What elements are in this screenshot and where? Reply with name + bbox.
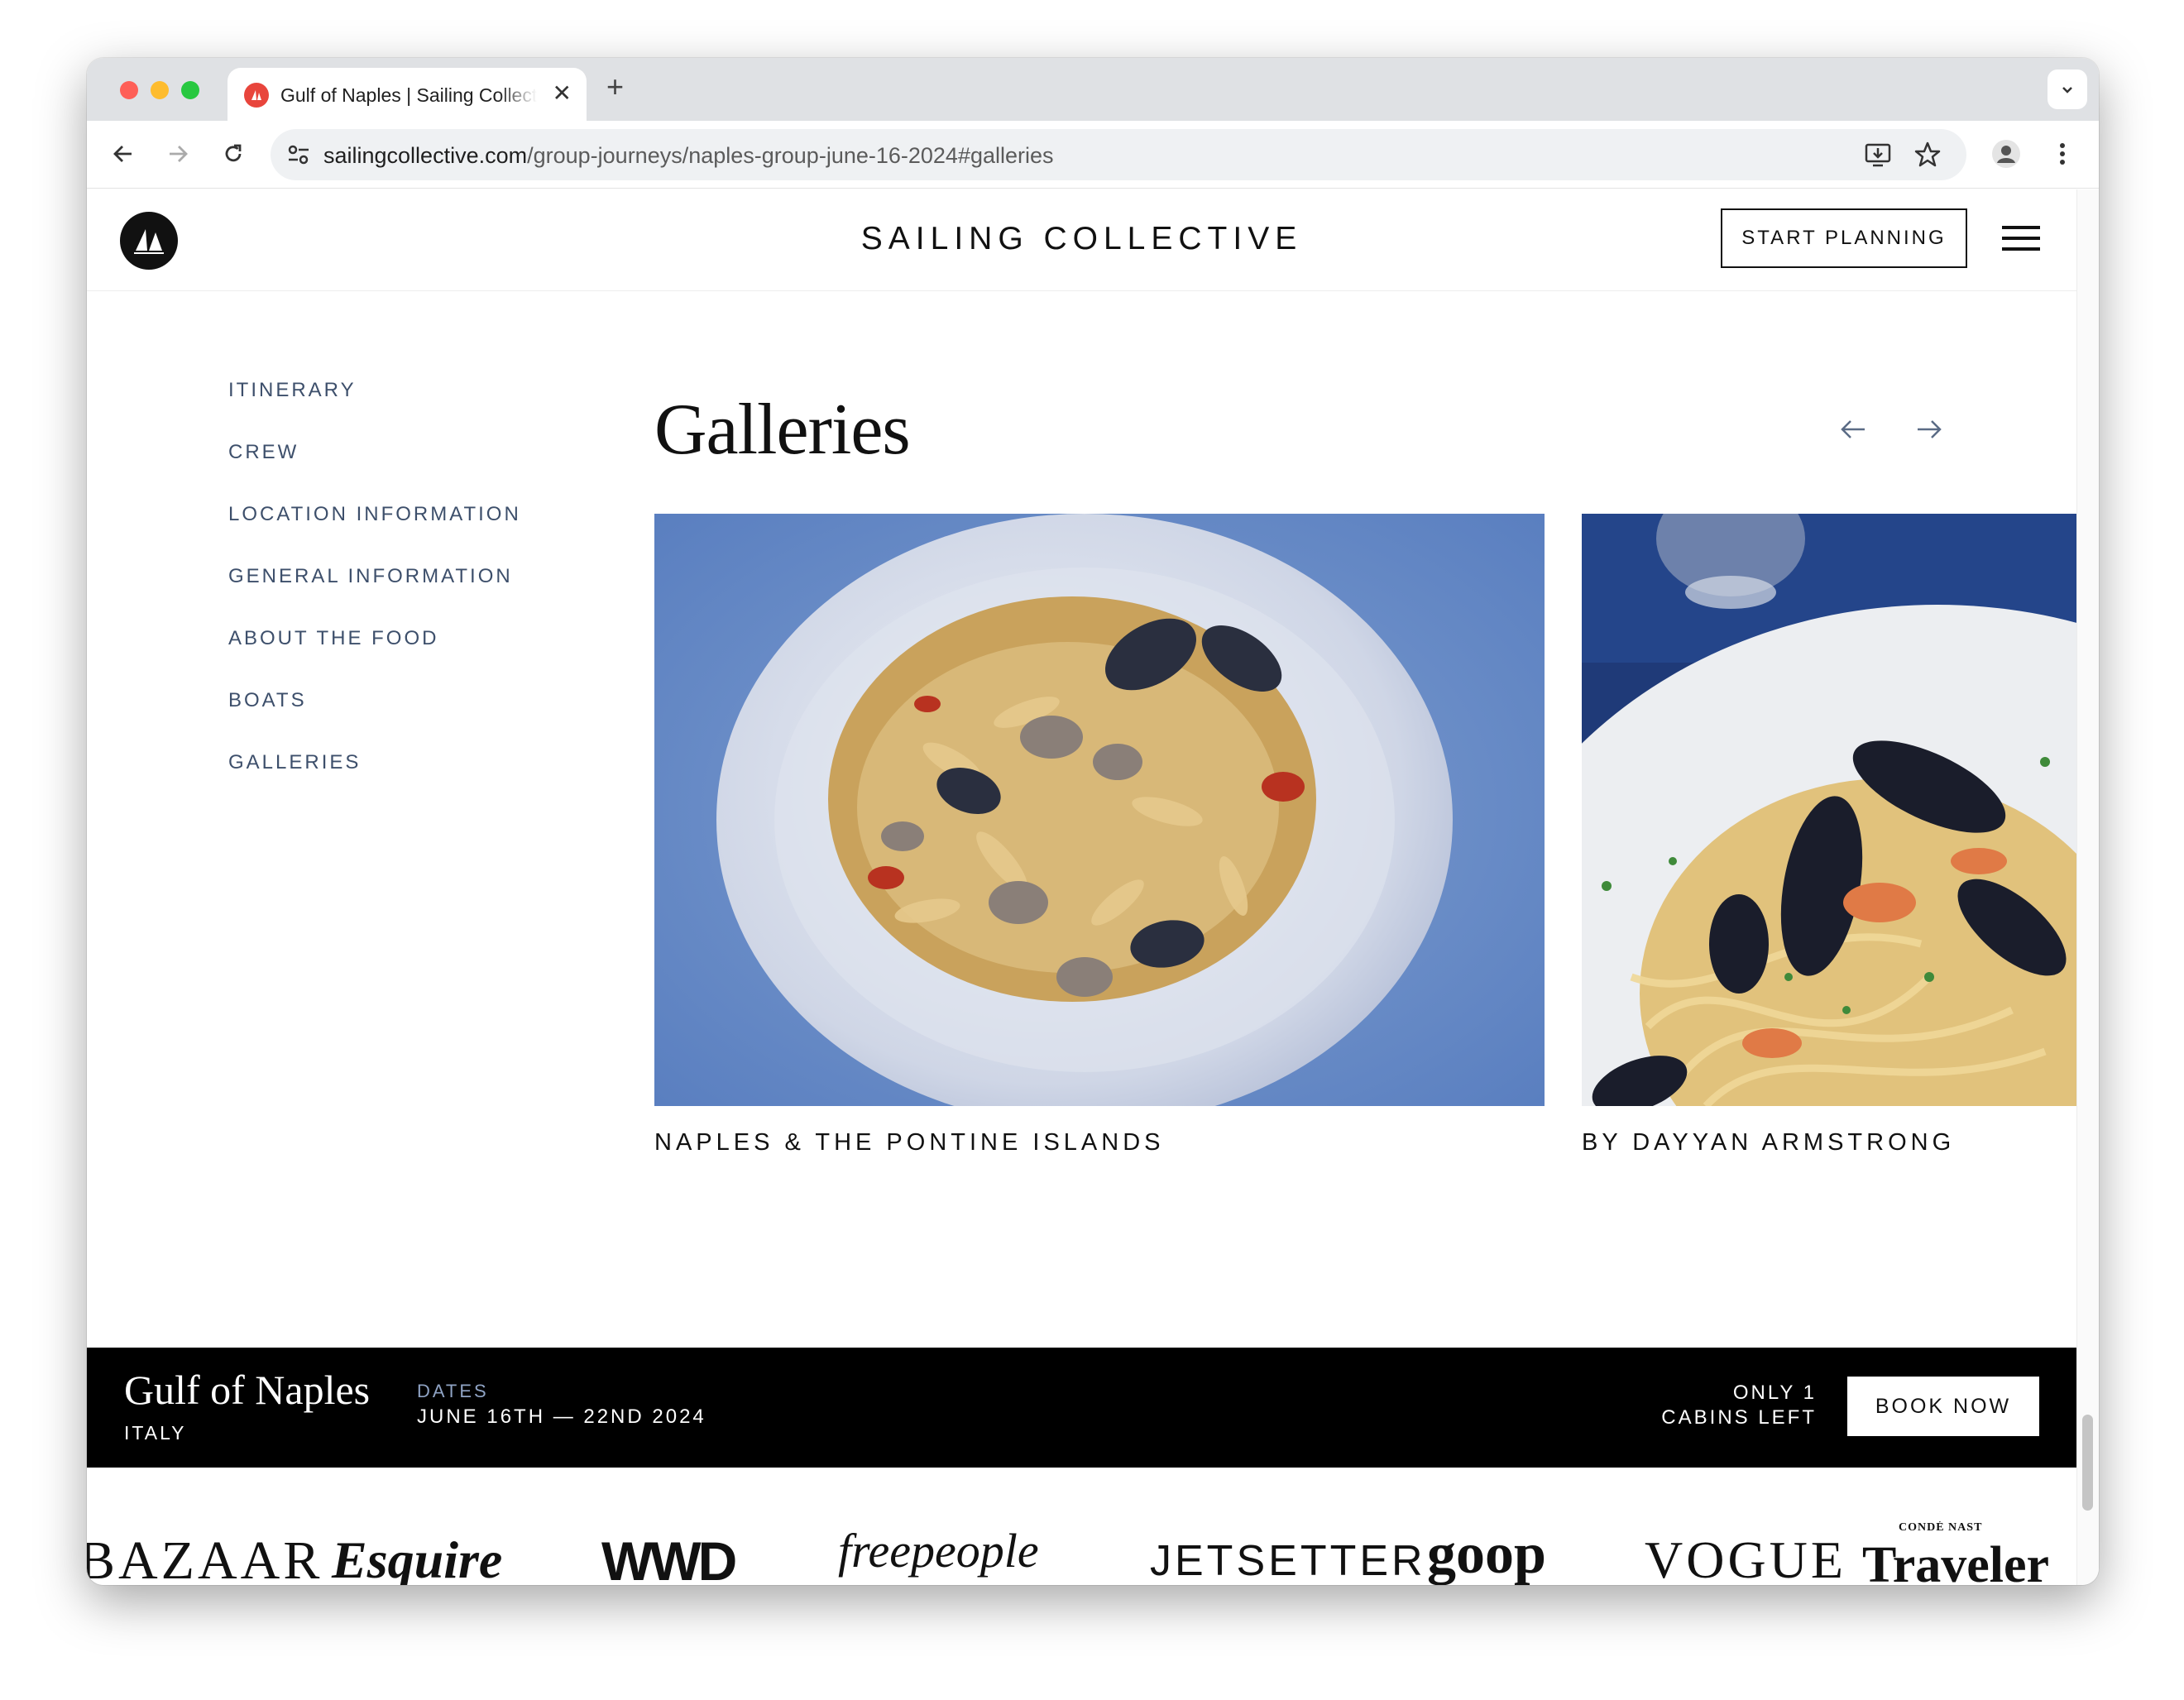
press-logo-conde-nast: CONDÉ NAST xyxy=(1899,1521,1983,1534)
trip-dates: JUNE 16TH — 22ND 2024 xyxy=(417,1405,706,1428)
gallery-caption[interactable]: NAPLES & THE PONTINE ISLANDS xyxy=(654,1129,1545,1156)
press-logos-strip: BAZAAR Esquire WWD freepeople JETSETTER … xyxy=(87,1521,2076,1585)
kebab-menu-icon xyxy=(2060,143,2065,165)
url-domain: sailingcollective.com xyxy=(323,143,528,168)
profile-avatar-icon xyxy=(1992,140,2020,168)
nav-item-general-information[interactable]: GENERAL INFORMATION xyxy=(228,564,521,626)
book-now-button[interactable]: BOOK NOW xyxy=(1847,1377,2039,1436)
gallery-card[interactable]: BY DAYYAN ARMSTRONG xyxy=(1582,514,2076,1156)
tab-title: Gulf of Naples | Sailing Collective xyxy=(280,84,537,106)
tab-search-button[interactable] xyxy=(2048,69,2087,109)
press-logo-goop: goop xyxy=(1427,1522,1546,1585)
gallery-next-arrow-icon[interactable] xyxy=(1911,411,1947,448)
press-logo-esquire: Esquire xyxy=(332,1530,503,1585)
maximize-window-button[interactable] xyxy=(181,81,199,99)
back-button[interactable] xyxy=(105,136,141,172)
gallery-image-pasta-clams[interactable] xyxy=(654,514,1545,1106)
press-logo-vogue: VOGUE xyxy=(1645,1530,1846,1585)
tab-strip: Gulf of Naples | Sailing Collective ✕ + xyxy=(87,58,2099,121)
nav-item-location-information[interactable]: LOCATION INFORMATION xyxy=(228,502,521,564)
profile-button[interactable] xyxy=(1988,136,2024,172)
galleries-heading: Galleries xyxy=(654,390,911,470)
page-scrollbar[interactable] xyxy=(2076,189,2099,1585)
trip-country: ITALY xyxy=(124,1422,187,1444)
nav-item-itinerary[interactable]: ITINERARY xyxy=(228,378,521,440)
url-path: /group-journeys/naples-group-june-16-202… xyxy=(527,143,1054,168)
press-logo-freepeople: freepeople xyxy=(838,1524,1039,1578)
page-scrollbar-thumb[interactable] xyxy=(2082,1415,2093,1511)
booking-bar: Gulf of Naples ITALY DATES JUNE 16TH — 2… xyxy=(87,1348,2076,1468)
browser-tab[interactable]: Gulf of Naples | Sailing Collective ✕ xyxy=(228,68,587,121)
arrow-right-icon xyxy=(170,146,188,162)
site-settings-icon[interactable] xyxy=(287,144,310,165)
cabins-left-line2: CABINS LEFT xyxy=(1661,1406,1817,1429)
cabins-left: ONLY 1 CABINS LEFT xyxy=(1661,1381,1817,1430)
cabins-left-line1: ONLY 1 xyxy=(1732,1382,1817,1404)
nav-item-galleries[interactable]: GALLERIES xyxy=(228,750,521,812)
arrow-left-icon xyxy=(113,146,132,162)
url-text[interactable]: sailingcollective.com/group-journeys/nap… xyxy=(323,143,1054,169)
site-header: SAILING COLLECTIVE START PLANNING xyxy=(87,189,2076,291)
address-bar[interactable]: sailingcollective.com/group-journeys/nap… xyxy=(271,129,1966,180)
forward-button[interactable] xyxy=(160,136,196,172)
chevron-down-icon xyxy=(2062,87,2072,93)
dates-label: DATES xyxy=(417,1381,489,1401)
browser-toolbar: sailingcollective.com/group-journeys/nap… xyxy=(87,121,2099,189)
browser-menu-button[interactable] xyxy=(2044,136,2081,172)
reload-button[interactable] xyxy=(215,136,251,172)
press-logo-traveler: Traveler xyxy=(1862,1537,2050,1585)
nav-item-boats[interactable]: BOATS xyxy=(228,688,521,750)
press-logo-wwd: WWD xyxy=(601,1530,737,1585)
section-nav: ITINERARY CREW LOCATION INFORMATION GENE… xyxy=(228,378,521,812)
minimize-window-button[interactable] xyxy=(151,81,169,99)
press-logo-jetsetter: JETSETTER xyxy=(1150,1537,1426,1585)
bookmark-star-icon[interactable] xyxy=(1913,141,1942,169)
gallery-card[interactable]: NAPLES & THE PONTINE ISLANDS xyxy=(654,514,1545,1156)
browser-window: Gulf of Naples | Sailing Collective ✕ + … xyxy=(87,58,2099,1585)
reload-icon xyxy=(225,144,242,162)
press-logo-bazaar: BAZAAR xyxy=(87,1530,323,1585)
nav-item-about-the-food[interactable]: ABOUT THE FOOD xyxy=(228,626,521,688)
tab-close-icon[interactable]: ✕ xyxy=(553,79,572,107)
install-app-icon[interactable] xyxy=(1864,141,1892,169)
start-planning-button[interactable]: START PLANNING xyxy=(1721,208,1967,268)
close-window-button[interactable] xyxy=(120,81,138,99)
hamburger-menu-icon[interactable] xyxy=(2002,226,2040,251)
gallery-image-spaghetti-mussels[interactable] xyxy=(1582,514,2076,1106)
page-viewport: SAILING COLLECTIVE START PLANNING ITINER… xyxy=(87,189,2076,1585)
nav-item-crew[interactable]: CREW xyxy=(228,440,521,502)
new-tab-button[interactable]: + xyxy=(606,69,624,104)
trip-title: Gulf of Naples xyxy=(124,1367,371,1413)
gallery-caption[interactable]: BY DAYYAN ARMSTRONG xyxy=(1582,1129,2076,1156)
gallery-prev-arrow-icon[interactable] xyxy=(1835,411,1871,448)
site-favicon-icon xyxy=(244,83,269,108)
